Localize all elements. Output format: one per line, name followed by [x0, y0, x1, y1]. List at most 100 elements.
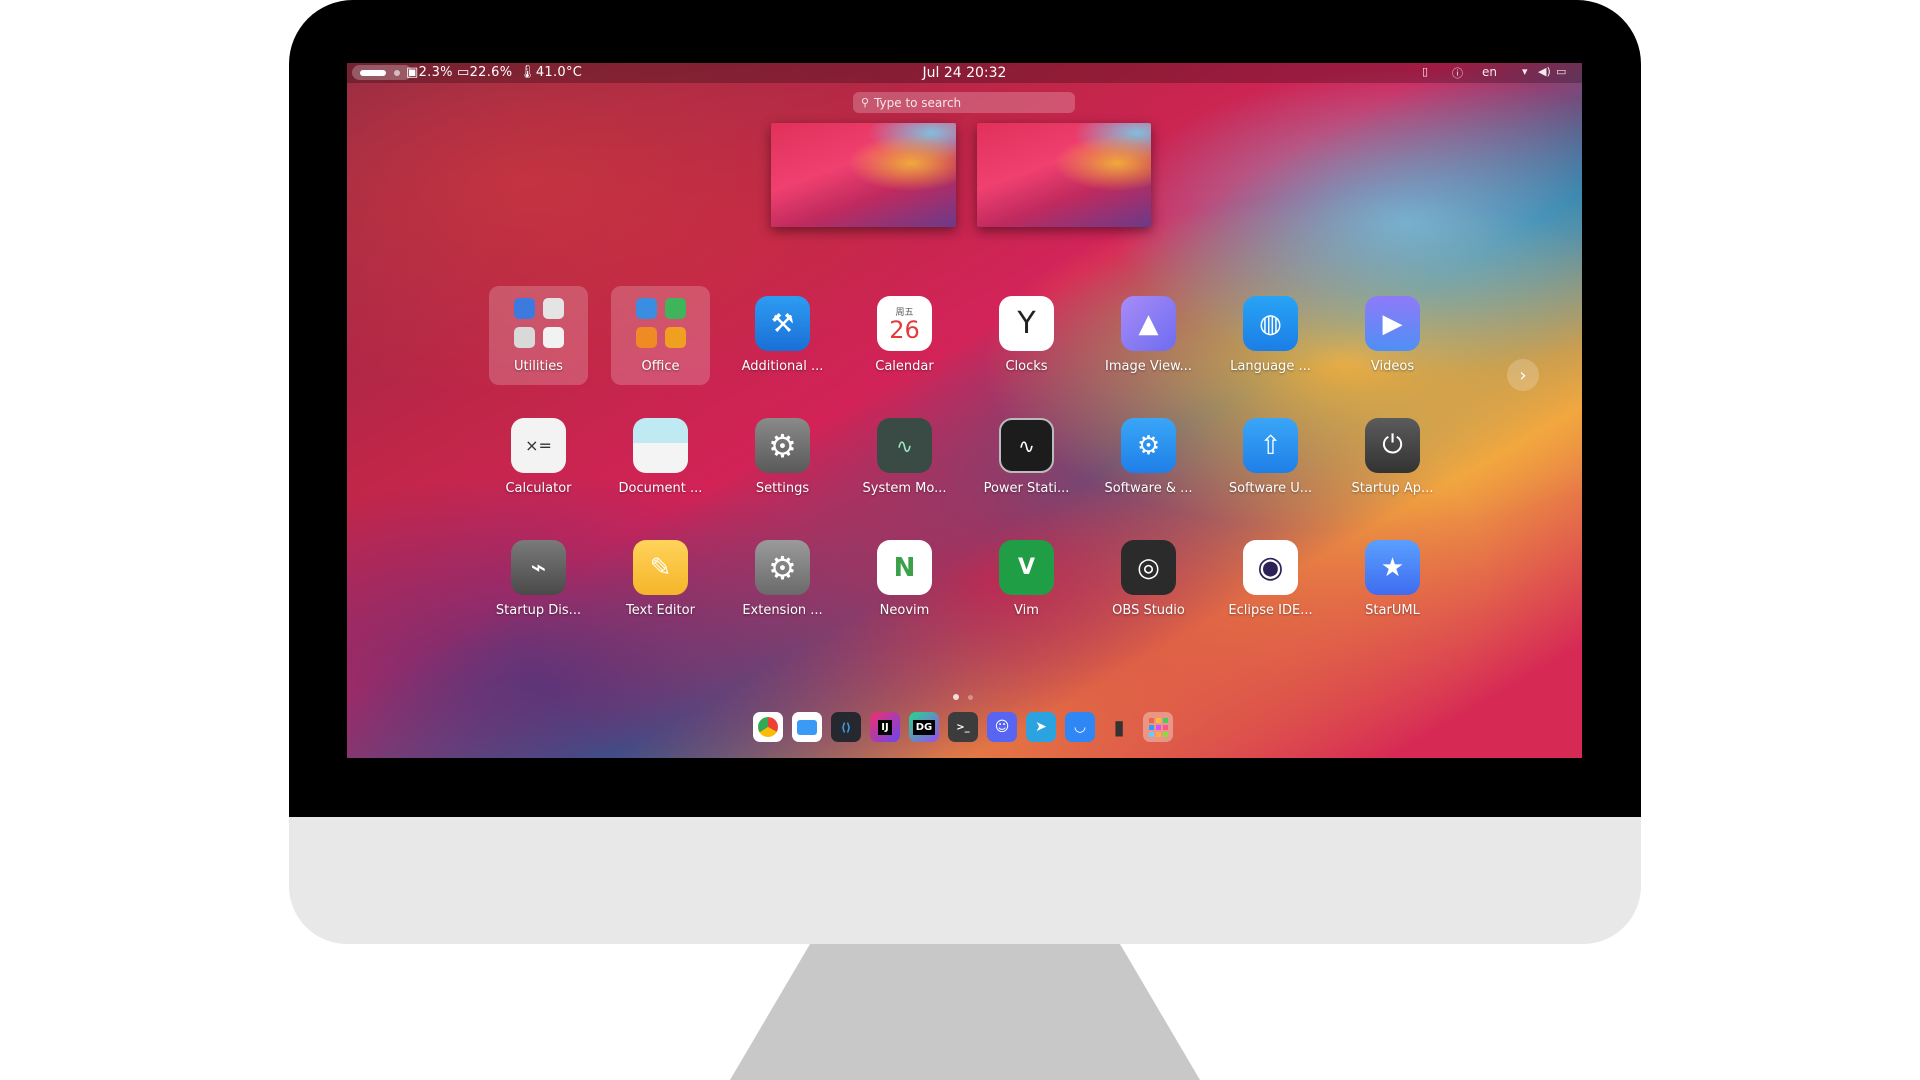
app-text-editor[interactable]: ✎ Text Editor: [611, 530, 710, 629]
app-vim[interactable]: V Vim: [977, 530, 1076, 629]
dock-terminal[interactable]: >_: [948, 712, 978, 742]
keyboard-layout[interactable]: en: [1482, 65, 1497, 79]
app-calculator[interactable]: ×= Calculator: [489, 408, 588, 507]
app-language-support[interactable]: ◍ Language ...: [1221, 286, 1320, 385]
accessibility-icon[interactable]: ⓘ: [1452, 65, 1463, 81]
app-label: Calculator: [505, 481, 572, 496]
document-scanner-icon: [633, 418, 688, 473]
calendar-day: 26: [889, 316, 920, 344]
dock-telegram[interactable]: ➤: [1026, 712, 1056, 742]
app-label: Language ...: [1230, 359, 1311, 374]
app-label: Startup Dis...: [495, 603, 582, 618]
dock-files[interactable]: [792, 712, 822, 742]
usb-drive-icon: ⌁: [511, 540, 566, 595]
app-clocks[interactable]: Y Clocks: [977, 286, 1076, 385]
dock-chrome[interactable]: [753, 712, 783, 742]
app-label: Office: [641, 359, 680, 374]
monitor-chin: [289, 817, 1641, 944]
app-extension-manager[interactable]: ⚙ Extension ...: [733, 530, 832, 629]
search-icon: ⚲: [861, 96, 870, 109]
app-label: Startup Ap...: [1351, 481, 1434, 496]
app-image-viewer[interactable]: ▲ Image View...: [1099, 286, 1198, 385]
search-placeholder: Type to search: [874, 95, 962, 110]
image-viewer-icon: ▲: [1121, 296, 1176, 351]
app-videos[interactable]: ▶ Videos: [1343, 286, 1442, 385]
app-software-sources[interactable]: ⚙ Software & ...: [1099, 408, 1198, 507]
dock-app-grid[interactable]: [1143, 712, 1173, 742]
app-software-updater[interactable]: ⇧ Software U...: [1221, 408, 1320, 507]
desktop-photo-canvas: ▣2.3% ▭22.6% 🌡︎41.0°C Jul 24 20:32 ▯ ⓘ e…: [0, 0, 1920, 1080]
hammer-wrench-icon: ⚒: [755, 296, 810, 351]
software-store-icon: ◡: [1074, 719, 1086, 735]
app-label: Utilities: [514, 359, 563, 374]
app-calendar[interactable]: 周五 26 Calendar: [855, 286, 954, 385]
app-folder-office[interactable]: Office: [611, 286, 710, 385]
app-label: Eclipse IDE...: [1228, 603, 1313, 618]
next-page-button[interactable]: ›: [1507, 359, 1539, 391]
dock-trash[interactable]: ▮: [1104, 712, 1134, 742]
search-input[interactable]: ⚲ Type to search: [853, 92, 1075, 113]
app-label: Power Stati...: [983, 481, 1070, 496]
trash-icon: ▮: [1113, 715, 1125, 739]
app-settings[interactable]: ⚙ Settings: [733, 408, 832, 507]
vim-icon: V: [999, 540, 1054, 595]
page-dot[interactable]: [968, 695, 973, 700]
terminal-icon: >_: [956, 721, 970, 733]
app-label: Videos: [1370, 359, 1415, 374]
app-document-scanner[interactable]: Document ...: [611, 408, 710, 507]
power-icon: ⏻: [1365, 418, 1420, 473]
power-statistics-icon: ∿: [999, 418, 1054, 473]
clipboard-icon[interactable]: ▯: [1422, 65, 1428, 78]
app-folder-utilities[interactable]: Utilities: [489, 286, 588, 385]
app-label: Settings: [755, 481, 810, 496]
app-system-monitor[interactable]: ∿ System Mo...: [855, 408, 954, 507]
obs-icon: ◎: [1121, 540, 1176, 595]
app-startup-applications[interactable]: ⏻ Startup Ap...: [1343, 408, 1442, 507]
app-label: Software & ...: [1104, 481, 1193, 496]
monitor-stand: [730, 944, 1200, 1080]
app-label: OBS Studio: [1112, 603, 1185, 618]
vscode-icon: ⟨⟩: [840, 720, 852, 734]
software-updater-icon: ⇧: [1243, 418, 1298, 473]
app-startup-disk-creator[interactable]: ⌁ Startup Dis...: [489, 530, 588, 629]
clock[interactable]: Jul 24 20:32: [347, 65, 1582, 81]
chevron-right-icon: ›: [1519, 364, 1527, 386]
telegram-icon: ➤: [1035, 719, 1047, 735]
battery-icon[interactable]: ▭: [1556, 65, 1566, 78]
app-additional-drivers[interactable]: ⚒ Additional ...: [733, 286, 832, 385]
app-power-statistics[interactable]: ∿ Power Stati...: [977, 408, 1076, 507]
network-icon[interactable]: ▾: [1522, 65, 1528, 78]
chrome-icon: [758, 717, 778, 737]
dock-software-store[interactable]: ◡: [1065, 712, 1095, 742]
utilities-folder-icon: [512, 296, 566, 350]
calculator-icon: ×=: [511, 418, 566, 473]
discord-icon: ☺: [994, 719, 1010, 735]
software-sources-icon: ⚙: [1121, 418, 1176, 473]
app-label: Calendar: [875, 359, 934, 374]
pen-icon: ✎: [633, 540, 688, 595]
app-neovim[interactable]: N Neovim: [855, 530, 954, 629]
app-obs-studio[interactable]: ◎ OBS Studio: [1099, 530, 1198, 629]
dock-discord[interactable]: ☺: [987, 712, 1017, 742]
gear-icon: ⚙: [755, 418, 810, 473]
volume-icon[interactable]: ◀): [1538, 65, 1551, 78]
workspace-thumbnail-1[interactable]: [771, 123, 956, 227]
page-dot-active[interactable]: [953, 694, 959, 700]
extension-gear-icon: ⚙: [755, 540, 810, 595]
app-label: System Mo...: [862, 481, 947, 496]
dock-intellij[interactable]: IJ: [870, 712, 900, 742]
app-grid-icon: [1148, 717, 1168, 737]
workspace-thumbnail-2[interactable]: [977, 123, 1151, 227]
datagrip-icon: DG: [912, 719, 936, 735]
star-icon: ★: [1365, 540, 1420, 595]
clock-icon: Y: [999, 296, 1054, 351]
dock-datagrip[interactable]: DG: [909, 712, 939, 742]
app-eclipse-ide[interactable]: ◉ Eclipse IDE...: [1221, 530, 1320, 629]
dock-vscode[interactable]: ⟨⟩: [831, 712, 861, 742]
app-label: Image View...: [1105, 359, 1192, 374]
neovim-icon: N: [877, 540, 932, 595]
files-icon: [797, 719, 817, 735]
app-staruml[interactable]: ★ StarUML: [1343, 530, 1442, 629]
top-bar: ▣2.3% ▭22.6% 🌡︎41.0°C Jul 24 20:32 ▯ ⓘ e…: [347, 63, 1582, 83]
dock: ⟨⟩ IJ DG >_ ☺ ➤ ◡ ▮: [753, 709, 1173, 745]
